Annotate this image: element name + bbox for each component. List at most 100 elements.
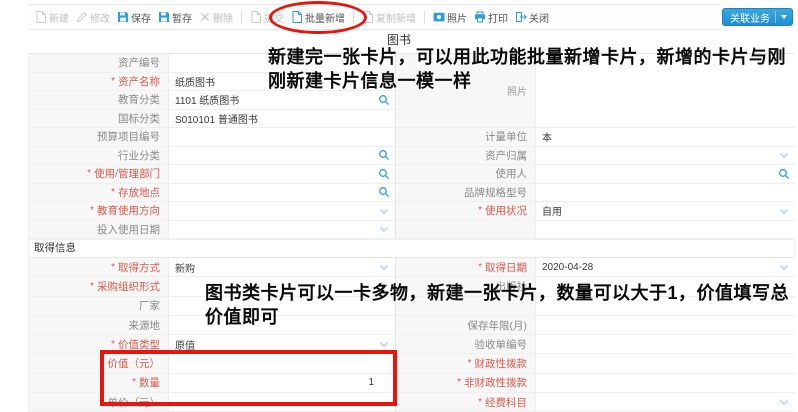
- acquisition-section-header: 取得信息: [29, 239, 794, 258]
- chevron-down-icon[interactable]: [778, 396, 790, 408]
- field-value[interactable]: [169, 147, 395, 165]
- form-row: *取得日期2020-04-28: [396, 258, 795, 277]
- chevron-down-icon[interactable]: [778, 149, 790, 161]
- photo-button[interactable]: 照片: [431, 10, 469, 25]
- field-value[interactable]: [536, 374, 795, 392]
- field-value[interactable]: S010101 普通图书: [169, 110, 395, 128]
- field-label: 厂家: [29, 297, 169, 315]
- photo-upload-area[interactable]: [536, 54, 795, 127]
- field-value[interactable]: 1: [169, 374, 395, 392]
- toolbar-divider: [353, 11, 354, 24]
- search-icon[interactable]: [378, 186, 390, 198]
- required-asterisk: *: [101, 358, 105, 369]
- field-label: 预算项目编号: [29, 128, 169, 146]
- chevron-down-icon[interactable]: [378, 223, 390, 235]
- field-label: *使用状况: [396, 202, 536, 220]
- form-row: *使用/管理部门: [29, 165, 395, 184]
- search-icon[interactable]: [378, 168, 390, 180]
- search-icon[interactable]: [378, 94, 390, 106]
- photo-label: 照片: [507, 83, 527, 98]
- form-row: 预算项目编号: [29, 128, 395, 147]
- chevron-down-icon[interactable]: [378, 205, 390, 217]
- chevron-down-icon[interactable]: [778, 205, 790, 217]
- field-value[interactable]: [169, 54, 395, 72]
- form-row: *存放地点: [29, 184, 395, 203]
- form-row: *经费科目: [396, 393, 795, 412]
- field-value[interactable]: 原值: [169, 335, 395, 353]
- form-row: 行业分类: [29, 147, 395, 166]
- field-value[interactable]: [169, 297, 395, 315]
- copy-add-icon: [362, 11, 374, 23]
- field-value[interactable]: [169, 165, 395, 183]
- field-label: 计量单位: [396, 128, 536, 146]
- field-label: 国标分类: [29, 110, 169, 128]
- field-value[interactable]: 纸质图书: [169, 73, 395, 91]
- field-value[interactable]: [536, 354, 795, 372]
- related-business-button[interactable]: 关联业务: [722, 8, 793, 26]
- required-asterisk: *: [478, 262, 482, 273]
- toolbar: 新建修改保存暂存删除提交批量新增复制新增照片打印关闭: [28, 4, 720, 30]
- field-value[interactable]: 本: [536, 128, 795, 146]
- form-row: 品牌规格型号: [396, 184, 795, 203]
- field-label: 教育分类: [29, 91, 169, 109]
- chevron-down-icon[interactable]: [378, 338, 390, 350]
- field-value[interactable]: 新购: [169, 258, 395, 276]
- tempsave-button[interactable]: 暂存: [156, 10, 194, 25]
- edit-button: 修改: [74, 10, 112, 25]
- search-icon[interactable]: [378, 149, 390, 161]
- required-asterisk: *: [478, 397, 482, 408]
- field-label: *价值（元）: [29, 354, 169, 372]
- field-label: 来源地: [29, 316, 169, 334]
- field-label: 行业分类: [29, 147, 169, 165]
- field-value[interactable]: [536, 184, 795, 202]
- field-value[interactable]: 1101 纸质图书: [169, 91, 395, 109]
- field-label: 使用人: [396, 165, 536, 183]
- field-value[interactable]: [169, 221, 395, 239]
- new-button: 新建: [33, 10, 71, 25]
- field-value[interactable]: [169, 128, 395, 146]
- form-row: 使用人: [396, 165, 795, 184]
- basic-right-panel: 照片 计量单位本资产归属使用人品牌规格型号*使用状况自用: [396, 54, 795, 239]
- field-value[interactable]: [536, 297, 795, 315]
- photo-row: 照片: [396, 54, 795, 128]
- chevron-down-icon[interactable]: [378, 280, 390, 292]
- field-label: *资产名称: [29, 73, 169, 91]
- field-value[interactable]: 2020-04-28: [536, 258, 795, 276]
- copy-add-button: 复制新增: [360, 10, 418, 25]
- field-value[interactable]: [169, 354, 395, 372]
- field-value[interactable]: 自用: [536, 202, 795, 220]
- save-button[interactable]: 保存: [115, 10, 153, 25]
- chevron-down-icon[interactable]: [778, 261, 790, 273]
- field-value[interactable]: [169, 184, 395, 202]
- field-label: 资产归属: [396, 147, 536, 165]
- field-value[interactable]: [536, 316, 795, 334]
- chevron-down-icon[interactable]: [378, 261, 390, 273]
- field-value[interactable]: [536, 221, 795, 239]
- close-button[interactable]: 关闭: [513, 10, 551, 25]
- form-row: *价值（元）: [29, 354, 395, 373]
- search-icon[interactable]: [778, 168, 790, 180]
- field-label: [396, 297, 536, 315]
- field-label: *教育使用方向: [29, 202, 169, 220]
- field-value[interactable]: [536, 277, 795, 295]
- form-row: *财政性拨款: [396, 354, 795, 373]
- field-value[interactable]: [536, 165, 795, 183]
- form-row: 资产归属: [396, 147, 795, 166]
- field-label: *采购组织形式: [29, 277, 169, 295]
- field-value[interactable]: [169, 316, 395, 334]
- acquisition-right-panel: *取得日期2020-04-28出版社保存年限(月)验收单编号*财政性拨款*非财政…: [396, 258, 795, 412]
- field-value[interactable]: [169, 202, 395, 220]
- field-value[interactable]: [169, 277, 395, 295]
- photo-icon: [433, 11, 445, 23]
- button-divider: [775, 11, 776, 23]
- field-label: 投入使用日期: [29, 221, 169, 239]
- photo-label-cell: 照片: [396, 54, 536, 127]
- chevron-down-icon: [781, 15, 787, 19]
- field-value[interactable]: [536, 147, 795, 165]
- form-row: *非财政性拨款: [396, 374, 795, 393]
- batch-add-button[interactable]: 批量新增: [289, 10, 347, 25]
- form-row: 计量单位本: [396, 128, 795, 147]
- field-value[interactable]: [536, 335, 795, 353]
- print-button[interactable]: 打印: [472, 10, 510, 25]
- asset-card-form: 资产编号*资产名称纸质图书教育分类1101 纸质图书国标分类S010101 普通…: [28, 53, 795, 412]
